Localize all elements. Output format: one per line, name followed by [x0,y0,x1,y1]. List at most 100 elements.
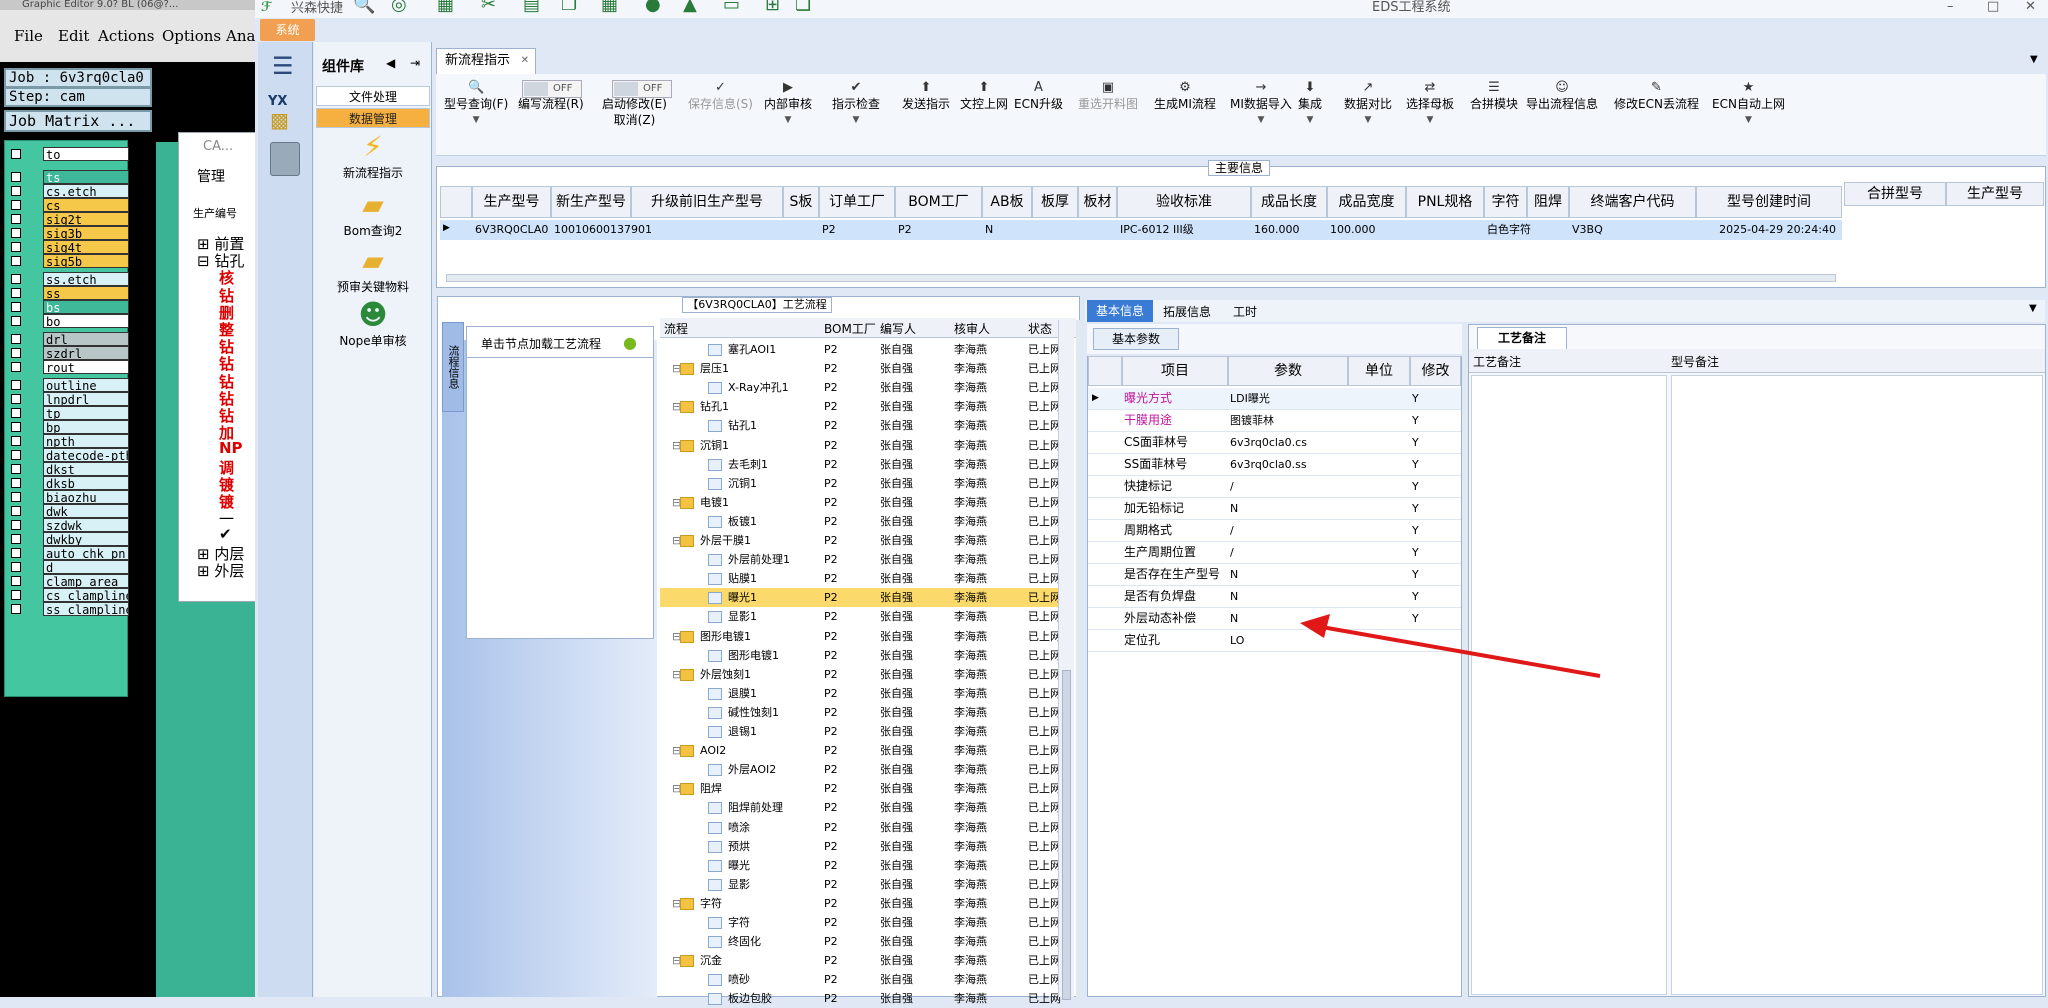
basic-param-row[interactable]: 是否存在生产型号 N Y [1088,564,1461,586]
basic-param-row[interactable]: ▶ 曝光方式 LDI曝光 Y [1088,388,1461,410]
tab-basic-info[interactable]: 基本信息 [1087,300,1153,322]
ribbon-button[interactable]: ↗ 数据对比 ▼ [1344,80,1392,128]
layer-name[interactable]: bp [43,420,129,434]
flow-row[interactable]: ⊟ 外层干膜1 P2 张自强 李海燕 已上网 [660,531,1061,550]
layer-checkbox[interactable] [11,149,21,159]
search-icon[interactable]: 🔍 [353,0,375,14]
param-value[interactable]: / [1230,542,1234,563]
layer-name[interactable]: szdwk [43,518,129,532]
cam-tree-node[interactable]: NP [219,439,243,457]
menu-file[interactable]: File [14,27,43,45]
grid-header-cell[interactable]: 订单工厂 [819,186,895,218]
layer-checkbox[interactable] [11,394,21,404]
model-remark-textarea[interactable] [1671,375,2043,995]
table-icon[interactable]: ▦ [437,0,454,14]
tab-dropdown-icon[interactable]: ▼ [2030,54,2038,65]
layer-row[interactable]: rout [7,360,129,374]
flow-row[interactable]: ⊟ 图形电镀1 P2 张自强 李海燕 已上网 [660,627,1061,646]
menu-analysis[interactable]: Ana [226,27,255,45]
splitter[interactable] [1076,320,1083,997]
layer-name[interactable]: d [43,560,129,574]
ribbon-button[interactable]: 🔍 型号查询(F) ▼ [444,80,508,128]
layer-checkbox[interactable] [11,242,21,252]
calculator-icon[interactable] [270,142,300,176]
grid-cell[interactable]: 2025-04-29 20:24:40 [1696,220,1842,240]
layer-checkbox[interactable] [11,548,21,558]
dropdown-arrow-icon[interactable]: ▼ [1344,112,1392,128]
copy-icon[interactable]: ❐ [561,0,577,14]
device-icon[interactable]: ▭ [723,0,740,14]
layer-name[interactable]: sig5b [43,254,129,268]
layer-checkbox[interactable] [11,362,21,372]
dropdown-arrow-icon[interactable]: ▼ [1406,112,1454,128]
grid-header-cell[interactable]: 新生产型号 [551,186,631,218]
param-value[interactable]: LO [1230,630,1244,651]
param-value[interactable]: 6v3rq0cla0.cs [1230,432,1307,453]
layer-row[interactable]: ss_clampline [7,602,129,616]
grid-header-cell[interactable]: 型号创建时间 [1696,186,1842,218]
flow-info-vertical-tab[interactable]: 流程信息 [442,322,464,412]
layer-checkbox[interactable] [11,214,21,224]
layer-row[interactable]: datecode-pth [7,448,129,462]
dropdown-arrow-icon[interactable]: ▼ [444,112,508,128]
layer-checkbox[interactable] [11,576,21,586]
dropdown-arrow-icon[interactable]: ▼ [1298,112,1322,128]
grid-header-cell[interactable]: 字符 [1484,186,1527,218]
param-value[interactable]: / [1230,520,1234,541]
layer-checkbox[interactable] [11,464,21,474]
layer-name[interactable]: szdrl [43,346,129,360]
grid-header-cell[interactable]: AB板 [982,186,1032,218]
tab-new-flow[interactable]: 新流程指示 ✕ [436,48,536,74]
flow-row[interactable]: ⊟ 电镀1 P2 张自强 李海燕 已上网 [660,493,1061,512]
job-matrix-button[interactable]: Job Matrix ... [4,110,152,132]
layer-name[interactable]: cs_clampline [43,588,129,602]
flow-scroll-thumb[interactable] [1062,670,1071,1000]
lib-item-key-material[interactable]: ▰ 预审关键物料 [314,246,432,295]
flow-row[interactable]: 曝光 P2 张自强 李海燕 已上网 [660,856,1061,875]
basic-param-row[interactable]: 干膜用途 图镀菲林 Y [1088,410,1461,432]
layer-name[interactable]: ts [43,170,129,184]
layer-row[interactable]: sig4t [7,240,129,254]
layer-row[interactable]: dksb [7,476,129,490]
lifebuoy-icon[interactable]: ◎ [391,0,407,14]
layer-checkbox[interactable] [11,590,21,600]
layer-row[interactable]: tp [7,406,129,420]
layer-checkbox[interactable] [11,228,21,238]
layer-row[interactable]: cs [7,198,129,212]
menu-edit[interactable]: Edit [58,27,89,45]
flow-row[interactable]: 字符 P2 张自强 李海燕 已上网 [660,913,1061,932]
param-value[interactable]: N [1230,564,1238,585]
layer-row[interactable]: bo [7,314,129,328]
flow-row[interactable]: ⊟ AOI2 P2 张自强 李海燕 已上网 [660,741,1061,760]
flow-row[interactable]: ⊟ 沉金 P2 张自强 李海燕 已上网 [660,951,1061,970]
layer-row[interactable]: drl [7,332,129,346]
layer-row[interactable]: sig3b [7,226,129,240]
flow-row[interactable]: X-Ray冲孔1 P2 张自强 李海燕 已上网 [660,378,1061,397]
flow-row[interactable]: 预烘 P2 张自强 李海燕 已上网 [660,837,1061,856]
dropdown-arrow-icon[interactable]: ▼ [1712,112,1785,128]
layer-checkbox[interactable] [11,334,21,344]
grid-header-production-model[interactable]: 生产型号 [1946,182,2044,206]
flow-row[interactable]: 沉铜1 P2 张自强 李海燕 已上网 [660,474,1061,493]
layer-name[interactable]: cs.etch [43,184,129,198]
grid-header-cell[interactable]: PNL规格 [1406,186,1484,218]
flow-row[interactable]: 板边包胶 P2 张自强 李海燕 已上网 [660,989,1061,1008]
flow-row[interactable]: 塞孔AOI1 P2 张自强 李海燕 已上网 [660,340,1061,359]
flow-row[interactable]: 贴膜1 P2 张自强 李海燕 已上网 [660,569,1061,588]
ribbon-button[interactable]: ▣ 重选开料图 [1078,80,1138,112]
param-value[interactable]: N [1230,498,1238,519]
basic-param-row[interactable]: 快捷标记 / Y [1088,476,1461,498]
dropdown-arrow-icon[interactable]: ▼ [764,112,812,128]
scissors-icon[interactable]: ✂ [481,0,496,14]
layer-row[interactable]: dwk [7,504,129,518]
flow-row[interactable]: ⊟ 外层蚀刻1 P2 张自强 李海燕 已上网 [660,665,1061,684]
dropdown-arrow-icon[interactable]: ▼ [832,112,880,128]
layer-checkbox[interactable] [11,604,21,614]
layer-name[interactable]: rout [43,360,129,374]
layer-row[interactable]: szdrl [7,346,129,360]
layer-checkbox[interactable] [11,422,21,432]
layer-name[interactable]: ss.etch [43,272,129,286]
flow-row[interactable]: 图形电镀1 P2 张自强 李海燕 已上网 [660,646,1061,665]
layer-row[interactable]: d [7,560,129,574]
ribbon-button[interactable]: ☺ 导出流程信息 [1526,80,1598,112]
